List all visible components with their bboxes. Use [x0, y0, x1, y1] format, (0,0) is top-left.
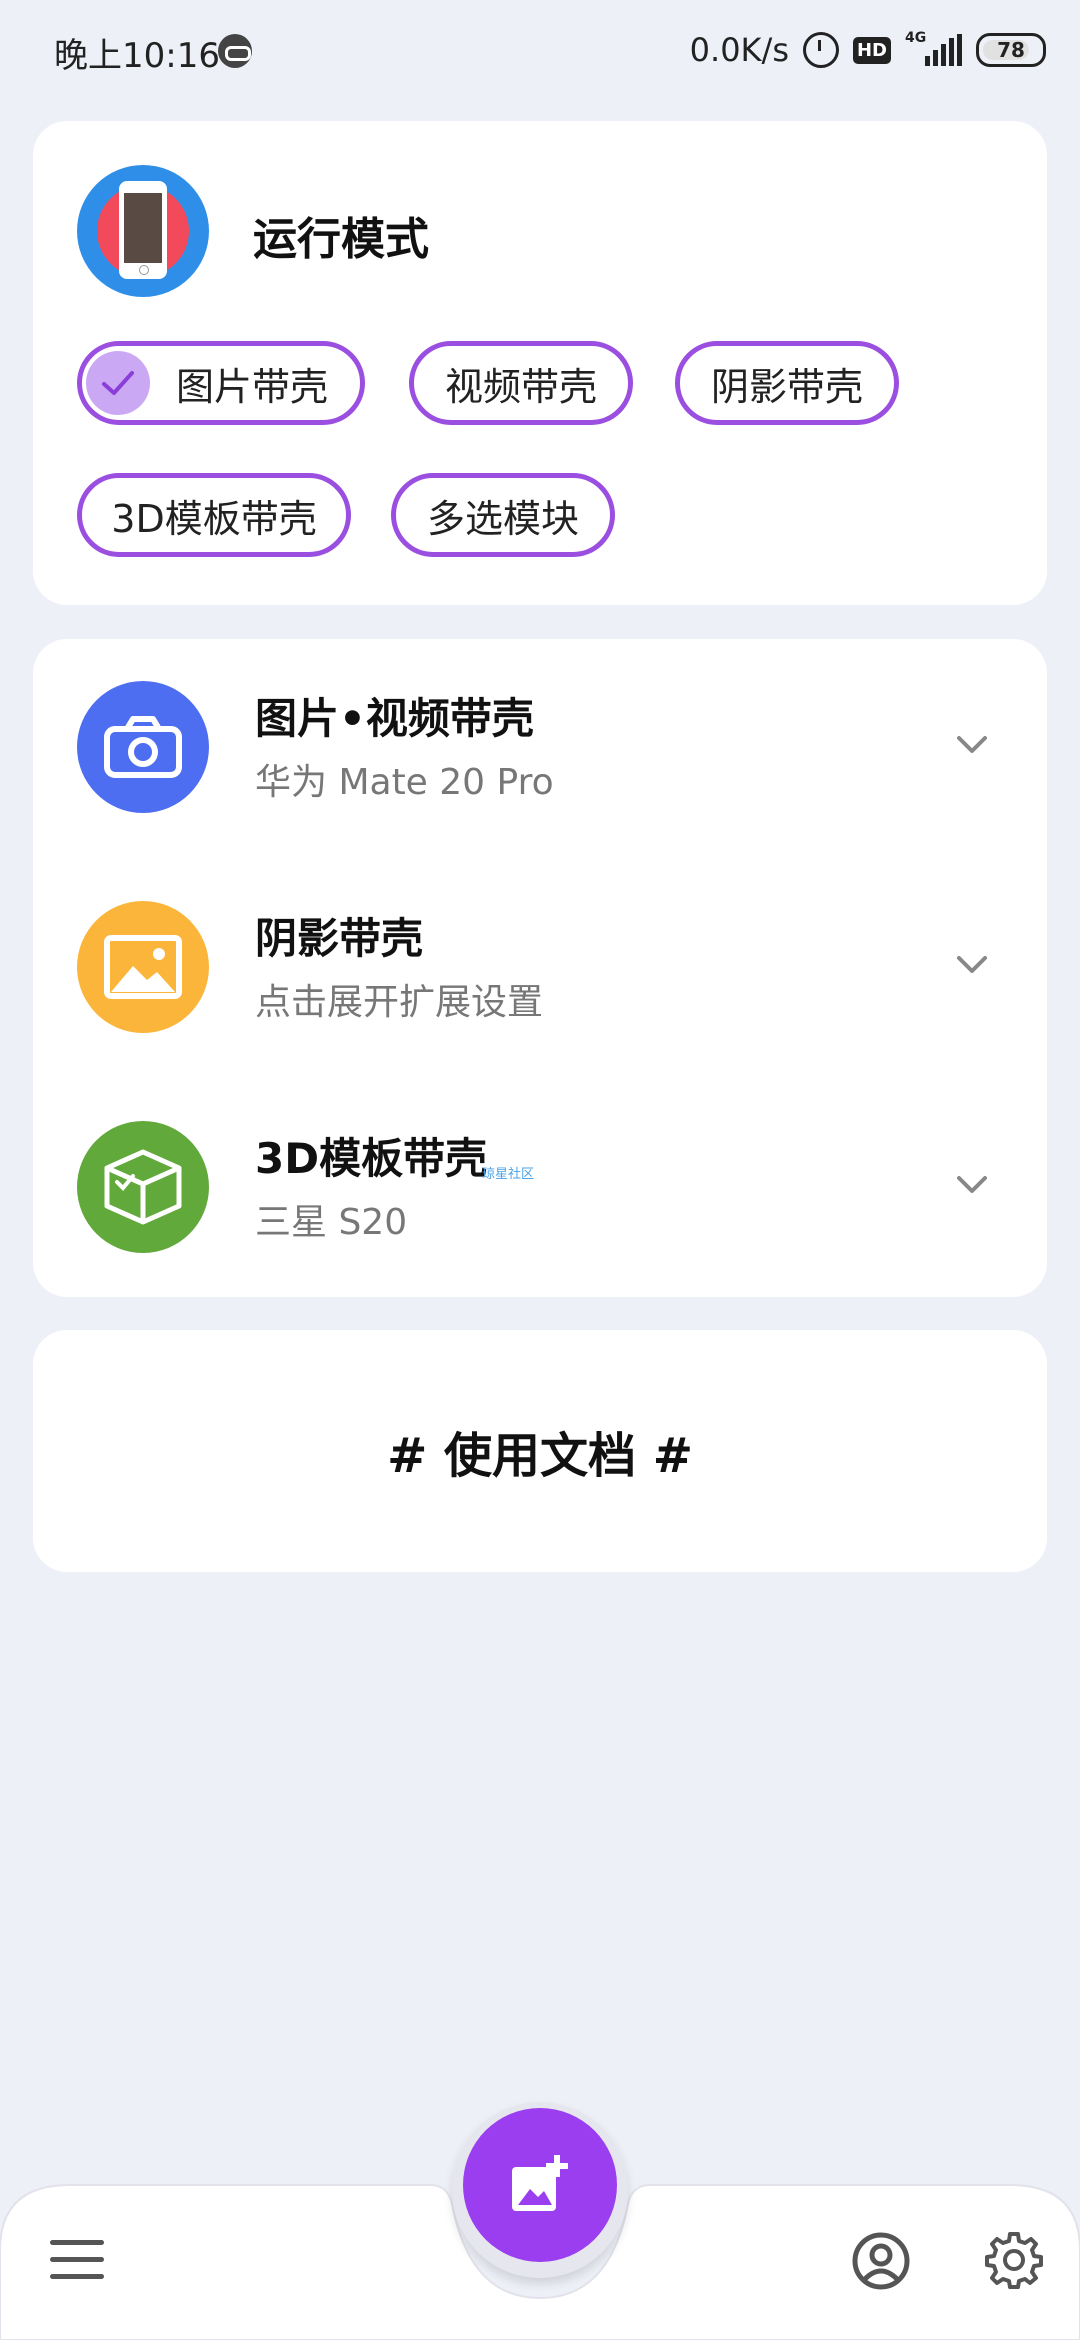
gear-icon[interactable] [984, 2230, 1044, 2290]
chip-shadow-shell[interactable]: 阴影带壳 [675, 341, 899, 425]
chip-label: 视频带壳 [444, 364, 597, 409]
camera-icon [77, 681, 209, 813]
list-item-3d-template-shell[interactable]: 3D模板带壳 三星 S20 [33, 1079, 1047, 1279]
run-mode-title: 运行模式 [253, 214, 429, 265]
status-bar: 晚上10:16 0.0K/s HD 4G 78 [0, 0, 1080, 104]
check-icon [86, 351, 150, 415]
chevron-down-icon[interactable] [951, 723, 993, 765]
chevron-down-icon[interactable] [951, 943, 993, 985]
signal-icon: 4G [905, 30, 962, 66]
chip-label: 多选模块 [426, 496, 579, 541]
status-indicators: 0.0K/s HD 4G 78 [690, 28, 1046, 72]
settings-list-card: 图片•视频带壳 华为 Mate 20 Pro 阴影带壳 点击展开扩展设置 3D模… [33, 639, 1047, 1297]
phone-icon [77, 165, 209, 297]
chip-label: 3D模板带壳 [111, 496, 317, 541]
add-image-button[interactable] [463, 2108, 617, 2262]
list-item-subtitle: 点击展开扩展设置 [255, 982, 544, 1023]
battery-level: 78 [997, 38, 1025, 62]
docs-card[interactable]: # 使用文档 # [33, 1330, 1047, 1572]
image-icon [77, 901, 209, 1033]
chevron-down-icon[interactable] [951, 1163, 993, 1205]
list-item-shadow-shell[interactable]: 阴影带壳 点击展开扩展设置 [33, 859, 1047, 1059]
watermark: 琼星社区 [482, 1167, 535, 1182]
net-speed: 0.0K/s [689, 31, 789, 69]
chip-3d-template-shell[interactable]: 3D模板带壳 [77, 473, 351, 557]
profile-icon[interactable] [852, 2232, 910, 2290]
chip-image-shell[interactable]: 图片带壳 [77, 341, 365, 425]
chip-video-shell[interactable]: 视频带壳 [409, 341, 633, 425]
menu-icon[interactable] [50, 2240, 104, 2280]
list-item-title: 图片•视频带壳 [255, 694, 534, 743]
chip-label: 阴影带壳 [710, 364, 863, 409]
hd-icon: HD [852, 36, 891, 64]
chip-multi-select[interactable]: 多选模块 [391, 473, 615, 557]
chip-label: 图片带壳 [176, 364, 329, 409]
alarm-icon [802, 32, 839, 68]
cloud-icon [218, 34, 252, 68]
status-time: 晚上10:16 [54, 36, 220, 76]
list-item-title: 3D模板带壳 [255, 1134, 488, 1183]
list-item-image-video-shell[interactable]: 图片•视频带壳 华为 Mate 20 Pro [33, 639, 1047, 839]
add-image-icon [512, 2155, 568, 2211]
docs-title: # 使用文档 # [387, 1428, 693, 1484]
network-type: 4G [905, 30, 927, 46]
list-item-title: 阴影带壳 [255, 914, 424, 963]
battery-icon: 78 [976, 33, 1046, 67]
list-item-subtitle: 三星 S20 [255, 1202, 408, 1243]
run-mode-card: 运行模式 图片带壳 视频带壳 阴影带壳 3D模板带壳 多选模块 [33, 121, 1047, 605]
list-item-subtitle: 华为 Mate 20 Pro [255, 762, 554, 803]
3d-box-icon [77, 1121, 209, 1253]
